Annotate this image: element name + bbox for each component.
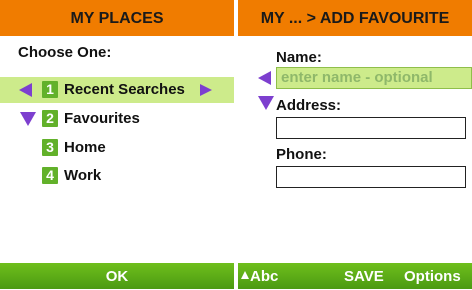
- menu-item-label: Favourites: [64, 110, 140, 127]
- softkey-bar: OK: [0, 263, 234, 289]
- menu-item-label: Work: [64, 167, 102, 184]
- save-softkey[interactable]: SAVE: [344, 263, 384, 290]
- menu-item-recent-searches[interactable]: 1 Recent Searches: [0, 77, 234, 103]
- item-number-badge: 3: [42, 139, 58, 156]
- scroll-down-arrow-icon[interactable]: [258, 96, 274, 110]
- name-label: Name:: [276, 49, 322, 66]
- item-number-badge: 2: [42, 110, 58, 127]
- menu-item-work[interactable]: 4 Work: [0, 163, 234, 189]
- phone-label: Phone:: [276, 146, 327, 163]
- screen-title: MY ... > ADD FAVOURITE: [238, 0, 472, 36]
- phone-field[interactable]: [276, 166, 466, 188]
- address-label: Address:: [276, 97, 342, 114]
- screen-title: MY PLACES: [0, 0, 234, 36]
- scroll-left-arrow-icon[interactable]: [258, 71, 271, 85]
- text-mode-arrow-icon: [241, 271, 249, 279]
- menu-item-home[interactable]: 3 Home: [0, 135, 234, 161]
- scroll-down-arrow-icon[interactable]: [20, 112, 36, 126]
- ok-softkey[interactable]: OK: [0, 263, 234, 290]
- choose-one-heading: Choose One:: [18, 44, 112, 61]
- item-number-badge: 1: [42, 81, 58, 98]
- scroll-left-arrow-icon[interactable]: [19, 83, 32, 97]
- scroll-right-arrow-icon[interactable]: [200, 84, 212, 96]
- name-field[interactable]: enter name - optional: [276, 67, 472, 89]
- menu-item-label: Home: [64, 139, 106, 156]
- my-places-screen: MY PLACES Choose One: 1 Recent Searches …: [0, 0, 234, 289]
- add-favourite-screen: MY ... > ADD FAVOURITE Name: enter name …: [238, 0, 472, 289]
- address-field[interactable]: [276, 117, 466, 139]
- abc-softkey[interactable]: Abc: [250, 263, 278, 290]
- softkey-bar: Abc SAVE Options: [238, 263, 472, 289]
- item-number-badge: 4: [42, 167, 58, 184]
- menu-item-favourites[interactable]: 2 Favourites: [0, 106, 234, 132]
- menu-item-label: Recent Searches: [64, 81, 185, 98]
- options-softkey[interactable]: Options: [404, 263, 461, 290]
